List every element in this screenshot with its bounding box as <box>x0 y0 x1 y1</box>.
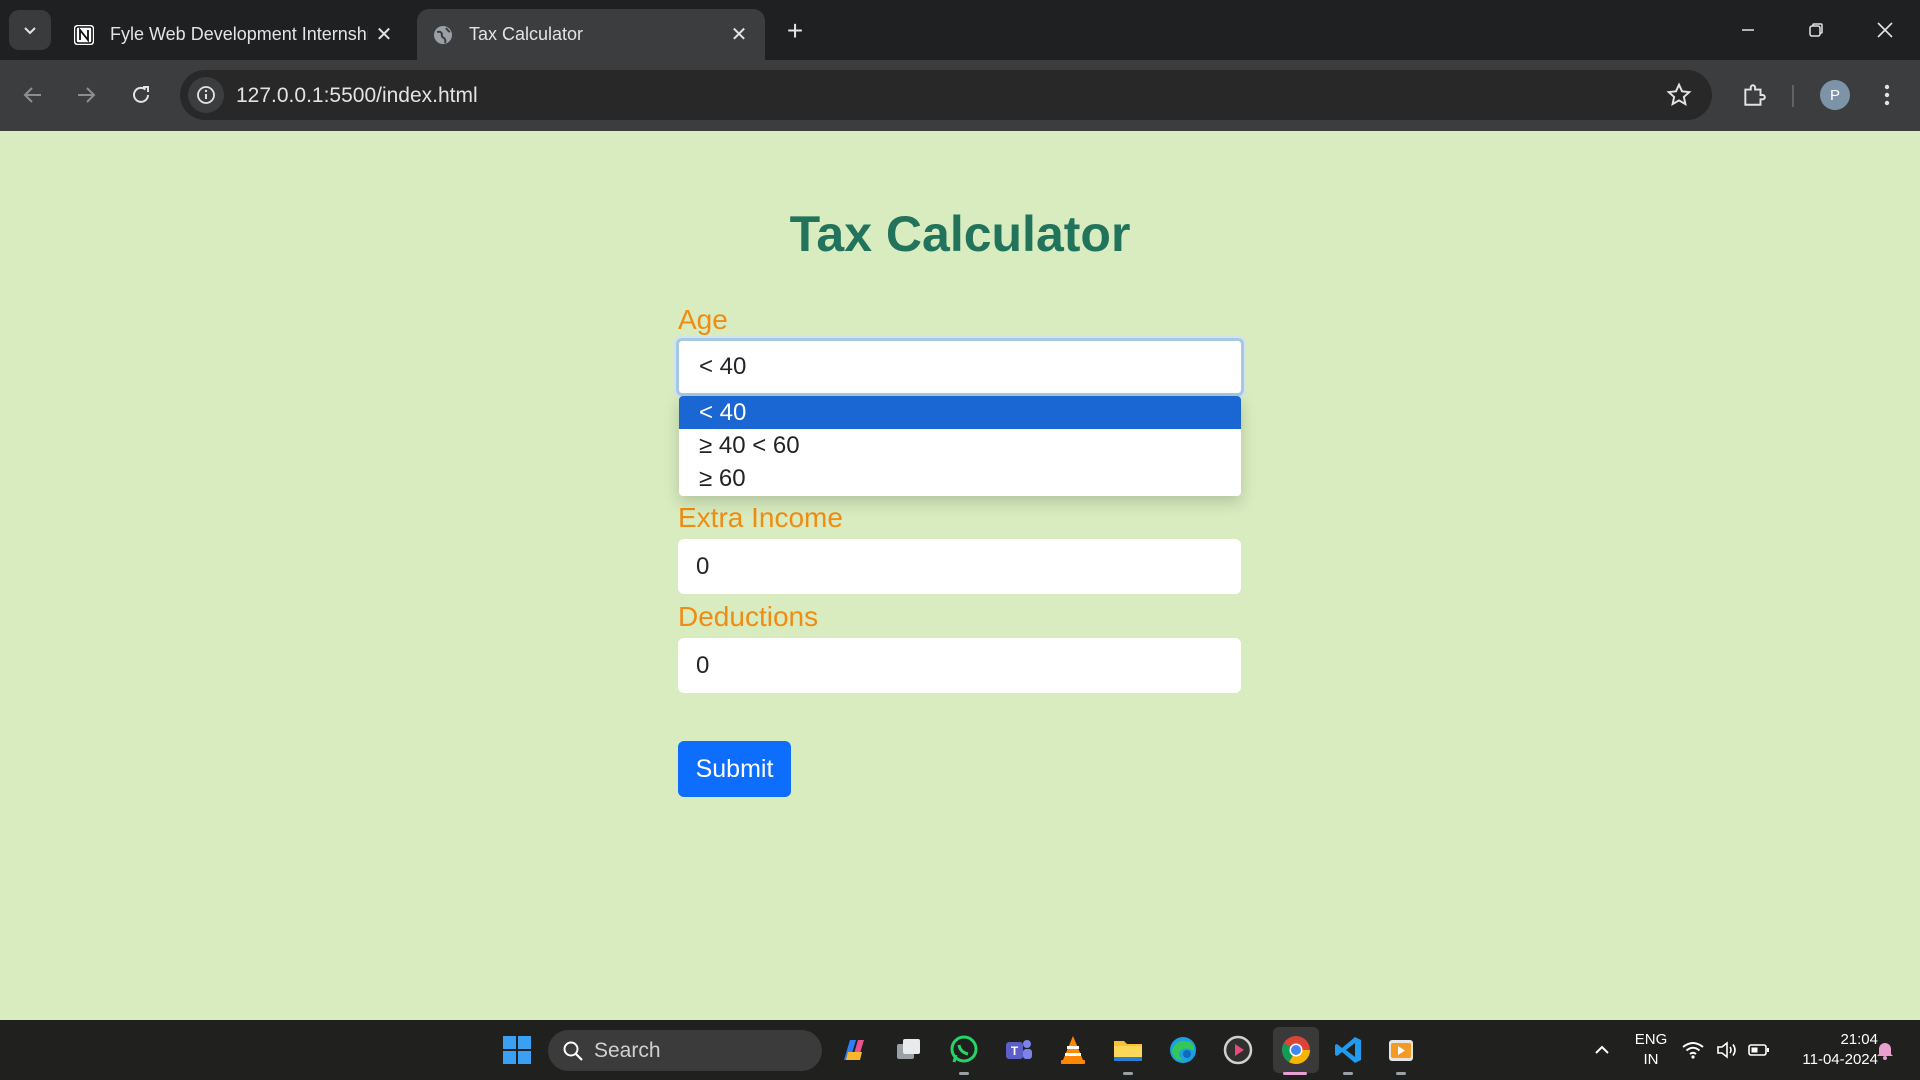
search-label: Search <box>594 1038 661 1062</box>
video-editor-icon[interactable] <box>1381 1030 1421 1070</box>
clock-time: 21:04 <box>1840 1031 1878 1048</box>
battery-icon[interactable] <box>1742 1030 1776 1070</box>
minimize-button[interactable] <box>1721 8 1775 52</box>
chrome-icon[interactable] <box>1273 1027 1319 1073</box>
arrow-right-icon <box>78 87 96 103</box>
copilot-app-icon[interactable] <box>834 1030 874 1070</box>
back-button[interactable] <box>12 74 54 116</box>
running-indicator <box>1343 1072 1353 1075</box>
reload-button[interactable] <box>120 74 162 116</box>
deductions-value: 0 <box>696 651 710 679</box>
arrow-left-icon <box>23 87 41 103</box>
bookmark-star-icon[interactable] <box>1666 82 1692 113</box>
url-text: 127.0.0.1:5500/index.html <box>236 84 478 107</box>
notion-icon <box>72 23 96 47</box>
age-label: Age <box>678 304 728 335</box>
wifi-icon[interactable] <box>1676 1030 1710 1070</box>
toolbar-divider <box>1792 85 1794 107</box>
whatsapp-icon[interactable] <box>944 1030 984 1070</box>
extensions-button[interactable] <box>1733 74 1775 116</box>
svg-text:T: T <box>1011 1044 1019 1058</box>
show-hidden-icons-button[interactable] <box>1582 1030 1622 1070</box>
notification-bell-icon[interactable] <box>1868 1030 1902 1070</box>
tab-search-button[interactable] <box>9 10 51 50</box>
puzzle-icon <box>1744 84 1766 106</box>
clock-date: 11-04-2024 <box>1802 1051 1878 1068</box>
page-content: Tax Calculator Age < 40 Extra Income 0 D… <box>0 131 1920 1020</box>
taskbar-search[interactable]: Search <box>548 1030 822 1071</box>
tab-title: Fyle Web Development Internship <box>110 24 368 44</box>
new-tab-button[interactable]: + <box>778 14 812 48</box>
language-line-2: IN <box>1643 1051 1659 1068</box>
tab-fyle-internship[interactable]: Fyle Web Development Internship ✕ <box>58 9 410 60</box>
age-option-60-plus[interactable]: ≥ 60 <box>679 462 1241 495</box>
running-indicator <box>1396 1072 1406 1075</box>
vscode-icon[interactable] <box>1328 1030 1368 1070</box>
extra-income-label: Extra Income <box>678 502 843 533</box>
chevron-down-icon <box>24 27 36 35</box>
edge-icon[interactable] <box>1163 1030 1203 1070</box>
windows-taskbar: Search T ENG IN 21:04 11-04-2024 <box>0 1020 1920 1080</box>
browser-menu-button[interactable] <box>1866 74 1908 116</box>
vlc-icon[interactable] <box>1053 1030 1093 1070</box>
search-icon <box>563 1041 583 1061</box>
file-explorer-icon[interactable] <box>1108 1030 1148 1070</box>
start-button[interactable] <box>497 1030 537 1070</box>
language-indicator[interactable]: ENG IN <box>1627 1030 1675 1070</box>
media-player-icon[interactable] <box>1218 1030 1258 1070</box>
deductions-label: Deductions <box>678 601 819 632</box>
clock[interactable]: 21:04 11-04-2024 <box>1780 1030 1878 1070</box>
reload-icon <box>133 86 149 103</box>
chevron-up-icon <box>1595 1045 1609 1054</box>
restore-button[interactable] <box>1789 8 1843 52</box>
age-option-40-to-60[interactable]: ≥ 40 < 60 <box>679 429 1241 462</box>
minimize-icon <box>1742 29 1754 31</box>
task-view-icon[interactable] <box>889 1030 929 1070</box>
tab-title: Tax Calculator <box>469 24 584 44</box>
browser-toolbar: 127.0.0.1:5500/index.html P <box>0 60 1920 131</box>
close-tab-icon[interactable]: ✕ <box>723 19 755 51</box>
running-indicator <box>1123 1072 1133 1075</box>
extra-income-input[interactable]: 0 <box>678 539 1241 594</box>
address-bar[interactable]: 127.0.0.1:5500/index.html <box>180 70 1712 120</box>
age-select-value: < 40 <box>699 353 747 380</box>
running-indicator <box>959 1072 969 1075</box>
tab-tax-calculator[interactable]: Tax Calculator ✕ <box>417 9 765 60</box>
site-info-icon[interactable] <box>188 77 224 113</box>
close-tab-icon[interactable]: ✕ <box>368 19 400 51</box>
close-window-button[interactable] <box>1858 8 1912 52</box>
profile-avatar[interactable]: P <box>1820 80 1850 110</box>
plus-icon: + <box>786 15 804 46</box>
page-title: Tax Calculator <box>789 206 1131 262</box>
extra-income-value: 0 <box>696 552 710 580</box>
deductions-input[interactable]: 0 <box>678 638 1241 693</box>
active-indicator <box>1283 1072 1307 1075</box>
globe-icon <box>431 23 455 47</box>
age-select[interactable]: < 40 <box>676 338 1244 396</box>
windows-logo-icon <box>503 1036 531 1064</box>
browser-tab-strip: Fyle Web Development Internship ✕ Tax Ca… <box>0 0 1920 60</box>
language-line-1: ENG <box>1634 1031 1668 1048</box>
more-vertical-icon <box>1884 84 1890 106</box>
age-dropdown-list: < 40 ≥ 40 < 60 ≥ 60 <box>679 396 1241 496</box>
restore-icon <box>1809 23 1823 37</box>
submit-button[interactable]: Submit <box>678 741 791 797</box>
age-option-under-40[interactable]: < 40 <box>679 396 1241 429</box>
close-icon <box>1877 22 1893 38</box>
forward-button[interactable] <box>65 74 107 116</box>
teams-icon[interactable]: T <box>999 1030 1039 1070</box>
volume-icon[interactable] <box>1710 1030 1744 1070</box>
